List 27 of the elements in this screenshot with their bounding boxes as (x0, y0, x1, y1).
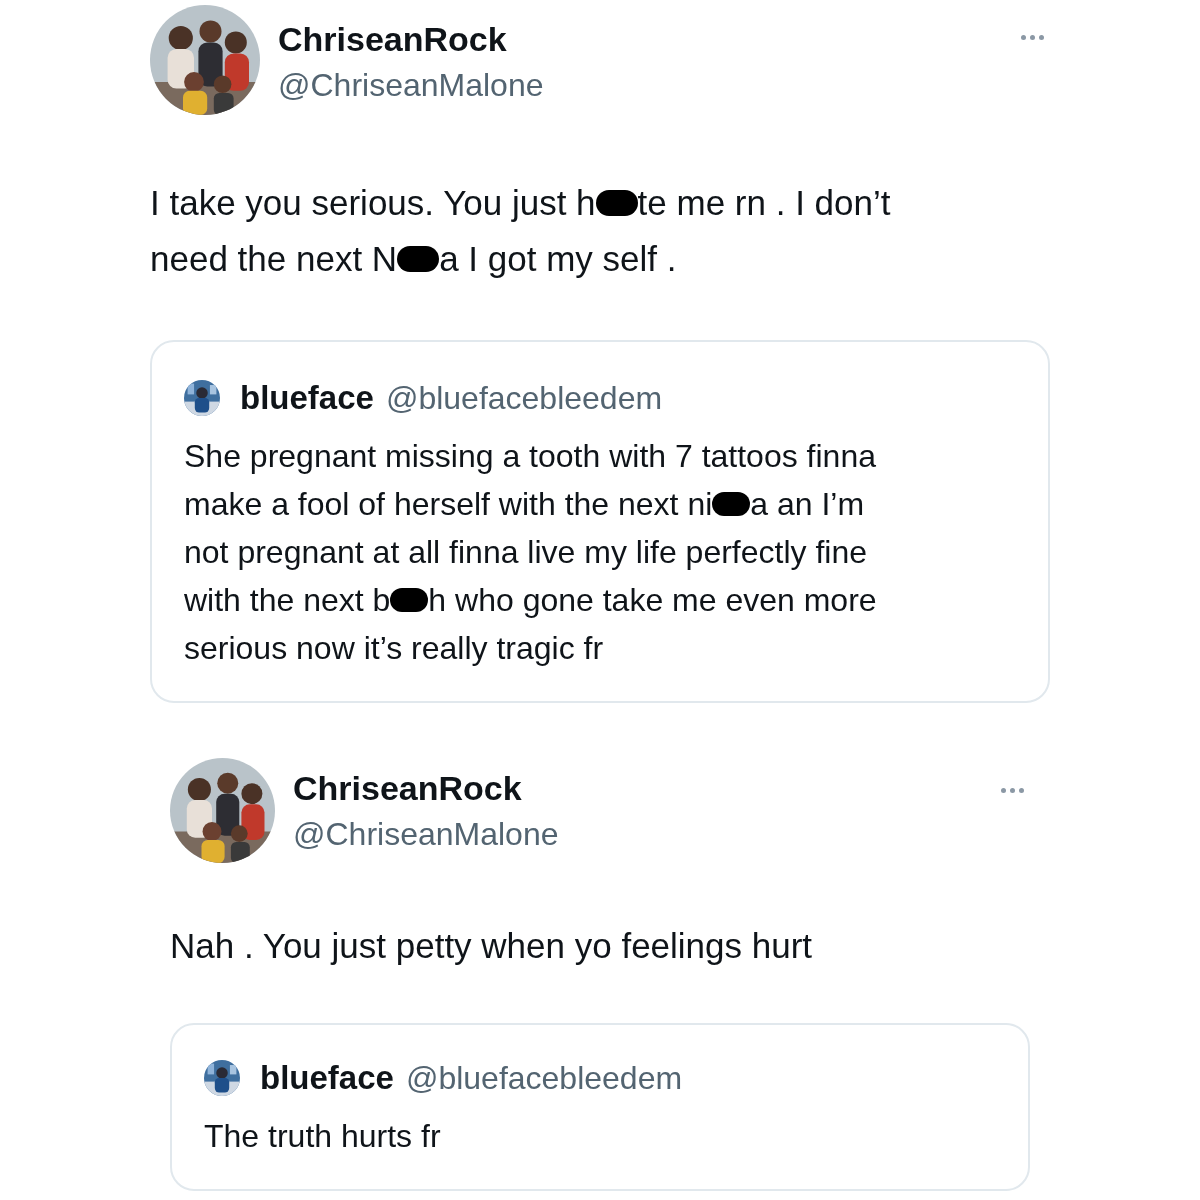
tweet-text: a an I’m (750, 485, 865, 524)
redaction-mark (595, 190, 638, 216)
tweet-text: Nah . You just petty when yo feelings hurt (170, 925, 813, 967)
tweet-text: h who gone take me even more (428, 581, 877, 620)
user-name: ChriseanRock (278, 19, 508, 60)
tweet-text: I take you serious. You just h (150, 182, 596, 224)
redaction-mark (390, 588, 429, 612)
tweet-text: te me rn . I don’t (637, 182, 891, 224)
redaction-mark (397, 246, 440, 272)
user-name: ChriseanRock (293, 768, 523, 809)
tweet-text: She pregnant missing a tooth with 7 tattoos finna (184, 437, 876, 476)
tweet-text: a I got my self . (439, 238, 677, 280)
tweet-text: The truth hurts fr (204, 1117, 441, 1156)
user-handle: @ChriseanMalone (278, 66, 544, 105)
user-handle: @bluefacebleedem (385, 379, 663, 418)
tweet-text: not pregnant at all finna live my life perfectly fine (184, 533, 868, 572)
user-name: blueface (240, 378, 374, 419)
user-handle: @ChriseanMalone (293, 815, 559, 854)
tweet-text: make a fool of herself with the next ni (184, 485, 713, 524)
user-name: blueface (260, 1058, 394, 1099)
user-handle: @bluefacebleedem (405, 1059, 683, 1098)
tweet-text: serious now it’s really tragic fr (184, 629, 604, 668)
tweet-text: need the next N (150, 238, 398, 280)
more-icon[interactable] (1021, 35, 1044, 40)
more-icon[interactable] (1001, 788, 1024, 793)
redaction-mark (712, 492, 751, 516)
tweet-text: with the next b (184, 581, 391, 620)
